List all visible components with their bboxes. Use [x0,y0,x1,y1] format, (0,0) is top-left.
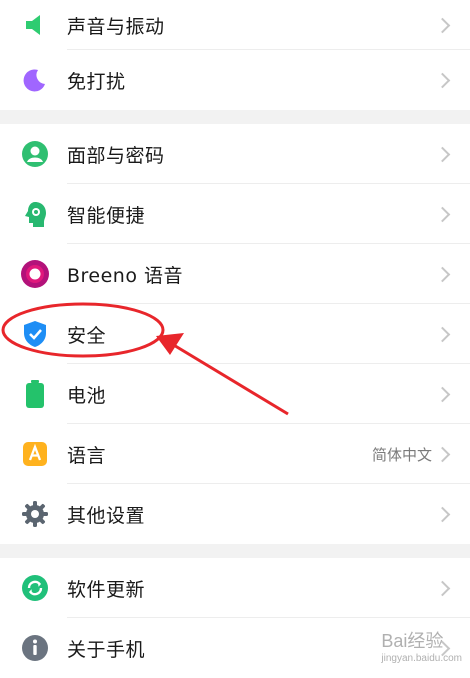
settings-item-do-not-disturb[interactable]: 免打扰 [0,50,470,110]
settings-item-label: 安全 [67,324,107,347]
settings-group-1: 声音与振动 免打扰 [0,0,470,110]
chevron-right-icon [434,580,451,596]
gear-icon [20,499,50,529]
settings-item-label: 其他设置 [67,504,146,527]
speaker-icon [20,10,50,40]
smart-head-icon [20,199,50,229]
chevron-right-icon [434,326,451,342]
chevron-right-icon [434,446,451,462]
settings-item-face-password[interactable]: 面部与密码 [0,124,470,184]
settings-item-label: 面部与密码 [67,144,165,167]
settings-item-other-settings[interactable]: 其他设置 [0,484,470,544]
settings-item-label: 声音与振动 [67,15,165,38]
settings-item-label: Breeno 语音 [67,264,184,287]
settings-item-label: 软件更新 [67,578,146,601]
update-icon [20,573,50,603]
breeno-icon [20,259,50,289]
watermark-brand: Bai经验 [381,631,444,651]
chevron-right-icon [434,72,451,88]
watermark-url: jingyan.baidu.com [381,653,462,664]
chevron-right-icon [434,266,451,282]
settings-item-battery[interactable]: 电池 [0,364,470,424]
language-icon [20,439,50,469]
chevron-right-icon [434,146,451,162]
settings-item-label: 语言 [67,444,107,467]
current-language-value: 简体中文 [371,445,432,464]
settings-item-label: 电池 [67,384,107,407]
battery-icon [20,379,50,409]
settings-item-smart-convenience[interactable]: 智能便捷 [0,184,470,244]
chevron-right-icon [434,17,451,33]
section-divider [0,110,470,124]
settings-item-language[interactable]: 语言 简体中文 [0,424,470,484]
settings-item-security[interactable]: 安全 [0,304,470,364]
shield-icon [20,319,50,349]
chevron-right-icon [434,506,451,522]
settings-item-label: 免打扰 [67,70,126,93]
face-lock-icon [20,139,50,169]
settings-item-software-update[interactable]: 软件更新 [0,558,470,618]
chevron-right-icon [434,206,451,222]
watermark: Bai经验 jingyan.baidu.com [381,627,462,664]
chevron-right-icon [434,386,451,402]
settings-item-label: 智能便捷 [67,204,146,227]
info-icon [20,633,50,663]
settings-group-2: 面部与密码 智能便捷 Breeno 语音 安全 电池 语言 简体中文 其他设置 [0,124,470,544]
section-divider [0,544,470,558]
settings-item-label: 关于手机 [67,638,146,661]
moon-icon [20,65,50,95]
settings-item-sound[interactable]: 声音与振动 [0,0,470,50]
settings-item-breeno[interactable]: Breeno 语音 [0,244,470,304]
